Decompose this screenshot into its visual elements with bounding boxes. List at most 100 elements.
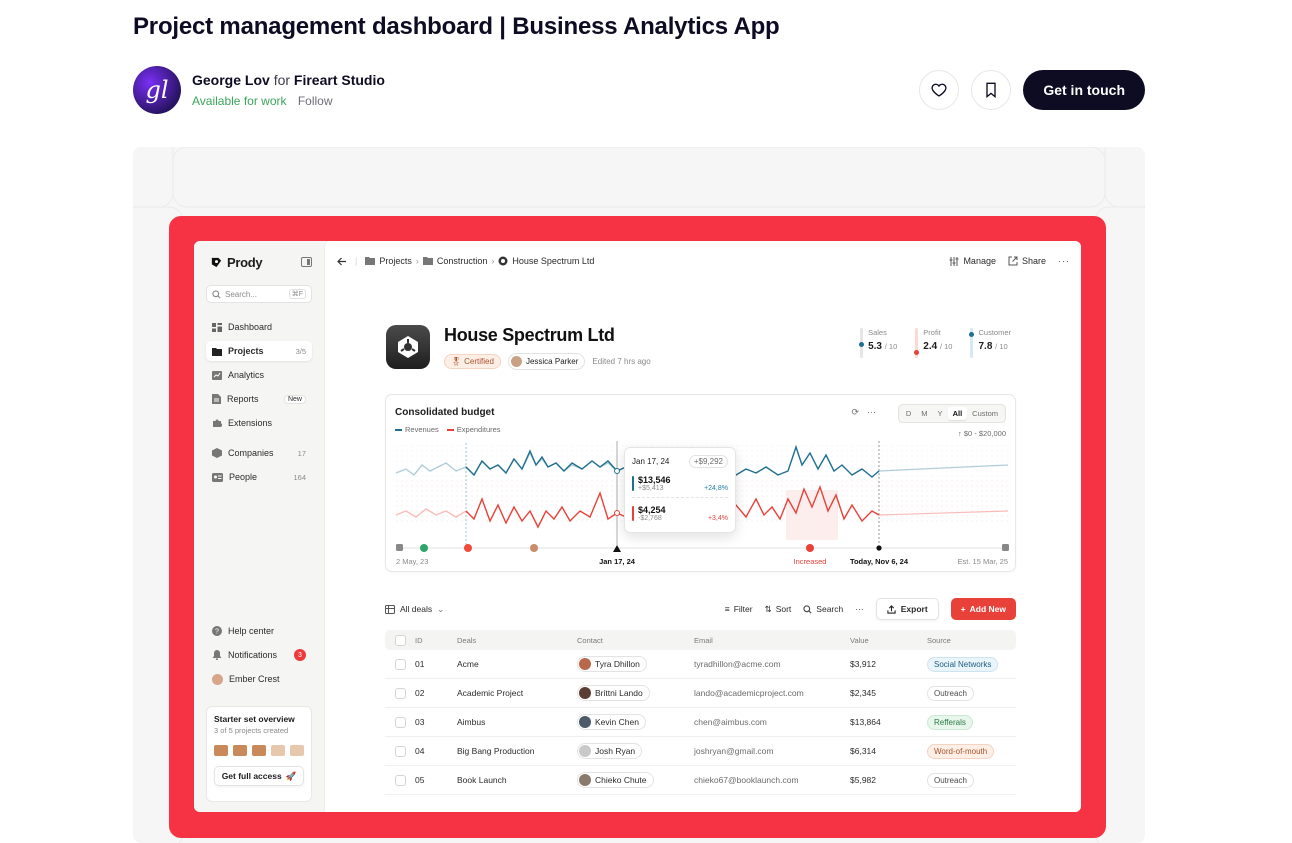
sidebar-item-analytics[interactable]: Analytics [206,365,312,385]
column-header-contact[interactable]: Contact [577,636,694,645]
contact-avatar [579,687,591,699]
tooltip-delta: +$9,292 [688,455,728,468]
like-button[interactable] [919,70,960,110]
filter-button[interactable]: ≡ Filter [725,604,753,614]
table-row[interactable]: 01 Acme Tyra Dhillon tyradhillon@acme.co… [385,650,1016,679]
follow-button[interactable]: Follow [298,94,333,108]
shot-canvas: Prody Search... ⌘F Dashboard Projects 3/… [133,147,1145,843]
brand[interactable]: Prody [210,255,263,270]
sidebar-item-reports[interactable]: Reports New [206,389,312,409]
get-full-access-button[interactable]: Get full access 🚀 [214,766,304,786]
notifications-link[interactable]: Notifications 3 [206,645,312,665]
author-block: gl George Lov for Fireart Studio Availab… [133,66,385,114]
column-header-email[interactable]: Email [694,636,850,645]
avatar-milestone-icon[interactable] [530,544,538,552]
legend-expenditures[interactable]: Expenditures [446,425,501,434]
contact-chip[interactable]: Chieko Chute [577,772,654,788]
sidebar-item-dashboard[interactable]: Dashboard [206,317,312,337]
breadcrumb-current[interactable]: House Spectrum Ltd [512,256,594,266]
sidebar-item-projects[interactable]: Projects 3/5 [206,341,312,361]
sidebar-item-companies[interactable]: Companies 17 [206,443,312,463]
kpi-customer: Customer 7.8 / 10 [969,328,1011,358]
table-row[interactable]: 02 Academic Project Brittni Lando lando@… [385,679,1016,708]
folder-icon [365,257,376,265]
column-header-value[interactable]: Value [850,636,927,645]
table-row[interactable]: 03 Aimbus Kevin Chen chen@aimbus.com $13… [385,708,1016,737]
sidebar-collapse-icon[interactable] [301,257,312,267]
get-full-access-label: Get full access [221,771,282,781]
more-icon[interactable]: ··· [855,604,864,614]
range-tab-all[interactable]: All [947,407,968,420]
column-header-id[interactable]: ID [415,636,457,645]
manage-button[interactable]: Manage [949,256,996,266]
refresh-icon[interactable]: ⟳ [851,407,859,418]
sidebar: Prody Search... ⌘F Dashboard Projects 3/… [194,241,324,812]
row-checkbox[interactable] [394,745,406,757]
cell-deal: Academic Project [457,688,524,698]
table-row[interactable]: 04 Big Bang Production Josh Ryan joshrya… [385,737,1016,766]
sort-button[interactable]: ⇅ Sort [765,604,792,615]
project-title: House Spectrum Ltd [444,325,615,345]
starter-subtitle: 3 of 5 projects created [214,726,289,735]
sidebar-item-extensions[interactable]: Extensions [206,413,312,433]
share-button[interactable]: Share [1008,256,1046,266]
kpi-scale: / 10 [995,342,1008,351]
row-checkbox[interactable] [394,774,406,786]
export-button[interactable]: Export [875,598,939,620]
range-tab-month[interactable]: M [916,407,932,420]
rocket-milestone-icon[interactable] [464,544,472,552]
help-center-link[interactable]: ? Help center [206,621,312,641]
project-header: House Spectrum Ltd 🎖 Certified Jessica P… [386,325,651,370]
more-icon[interactable]: ··· [867,407,876,418]
legend-revenues[interactable]: Revenues [395,425,439,434]
upload-icon [887,604,896,614]
row-checkbox[interactable] [394,687,406,699]
timeline-est: Est. 15 Mar, 25 [958,557,1008,566]
chevron-down-icon: ⌄ [437,603,445,614]
availability-status[interactable]: Available for work [192,94,287,108]
contact-avatar [579,774,591,786]
table-row[interactable]: 05 Book Launch Chieko Chute chieko67@boo… [385,766,1016,795]
column-header-deals[interactable]: Deals [457,636,577,645]
row-checkbox[interactable] [394,658,406,670]
more-icon[interactable]: ··· [1058,256,1070,266]
kpi-sales: Sales 5.3 / 10 [859,328,897,358]
add-new-button[interactable]: + Add New [950,598,1016,620]
owner-name: Jessica Parker [525,357,579,366]
range-tab-year[interactable]: Y [933,407,948,420]
owner-chip[interactable]: Jessica Parker [507,353,586,370]
breadcrumb-projects[interactable]: Projects [379,256,412,266]
sidebar-search-input[interactable]: Search... ⌘F [206,285,312,303]
sidebar-item-people[interactable]: People 164 [206,467,312,487]
row-checkbox[interactable] [394,716,406,728]
contact-chip[interactable]: Josh Ryan [577,743,643,759]
breadcrumb-construction[interactable]: Construction [437,256,488,266]
search-label: Search [816,604,844,614]
studio-name[interactable]: Fireart Studio [294,72,385,88]
contact-chip[interactable]: Brittni Lando [577,685,650,701]
contact-chip[interactable]: Kevin Chen [577,714,646,730]
chart-tooltip: Jan 17, 24 +$9,292 $13,546 +$5,413 +24,8… [624,447,736,533]
view-selector[interactable]: All deals ⌄ [385,604,444,615]
select-all-checkbox[interactable] [394,634,406,646]
user-profile-link[interactable]: Ember Crest [206,669,312,689]
author-avatar[interactable]: gl [133,66,181,114]
table-search-button[interactable]: Search [803,604,843,614]
cell-id: 02 [415,688,425,698]
contact-chip[interactable]: Tyra Dhillon [577,656,647,672]
sidebar-item-label: Extensions [228,418,273,428]
dollar-milestone-icon[interactable] [420,544,428,552]
cell-deal: Acme [457,659,479,669]
certified-label: Certified [464,357,494,366]
author-name[interactable]: George Lov [192,72,270,88]
get-in-touch-button[interactable]: Get in touch [1023,70,1145,110]
alert-milestone-icon[interactable] [806,544,814,552]
budget-chart-card: 2 May, 23 Jan 17, 24 Increased Today, No… [385,394,1016,572]
sidebar-item-count: 17 [297,448,306,458]
back-arrow-icon[interactable] [337,257,347,266]
column-header-source[interactable]: Source [927,636,1016,645]
range-tab-custom[interactable]: Custom [967,407,1003,420]
save-button[interactable] [971,70,1012,110]
source-badge: Social Networks [927,656,999,672]
range-tab-day[interactable]: D [901,407,916,420]
